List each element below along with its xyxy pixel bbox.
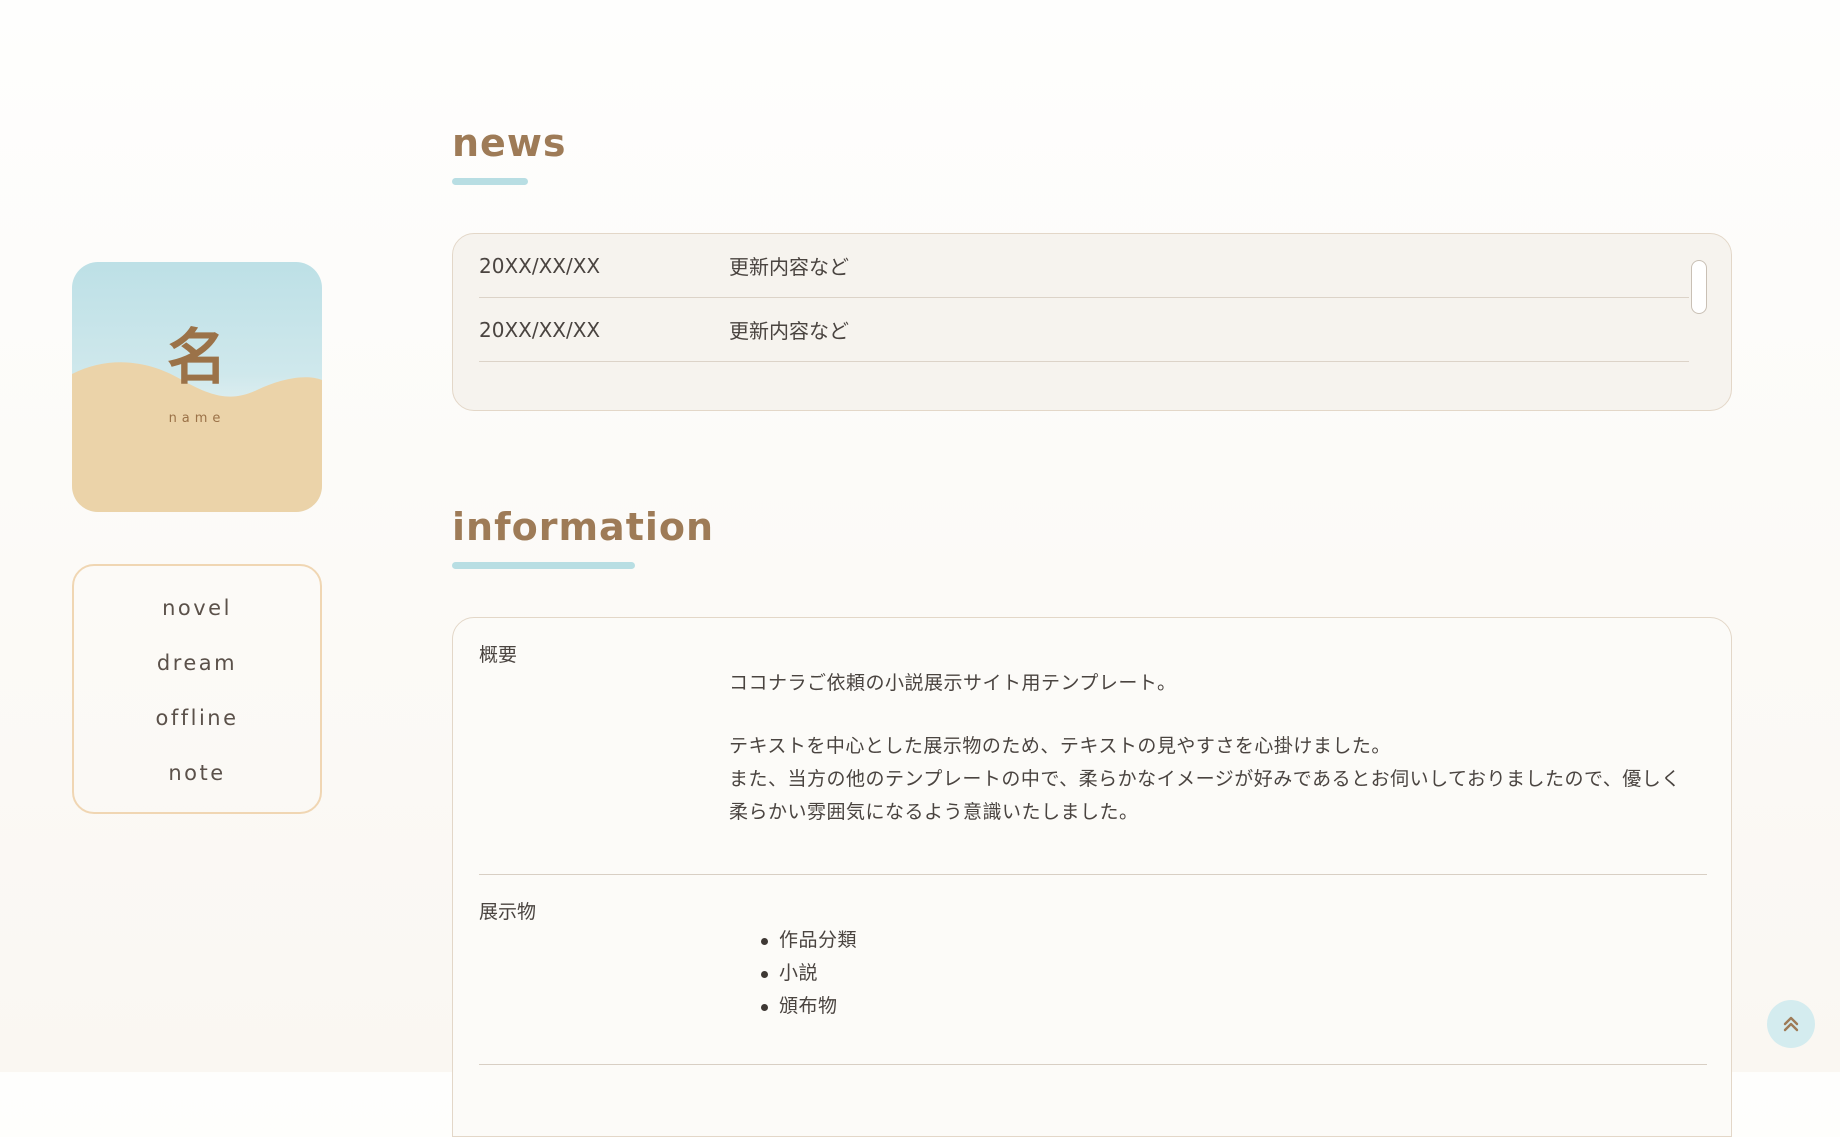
overview-line: 柔らかい雰囲気になるよう意識いたしました。 bbox=[729, 801, 1139, 823]
double-chevron-up-icon bbox=[1783, 1016, 1799, 1032]
main-nav: novel dream offline note bbox=[72, 564, 322, 814]
info-row-exhibits: 展示物 作品分類 小説 頒布物 bbox=[479, 875, 1707, 1065]
news-text: 更新内容など bbox=[729, 319, 849, 343]
logo-character: 名 bbox=[167, 323, 227, 393]
information-title-underline bbox=[452, 562, 635, 569]
info-label: 概要 bbox=[479, 644, 518, 666]
scroll-top-button[interactable] bbox=[1767, 1000, 1815, 1048]
info-label: 展示物 bbox=[479, 901, 537, 923]
information-title: information bbox=[452, 505, 715, 549]
nav-item-note[interactable]: note bbox=[74, 753, 320, 808]
list-item: 小説 bbox=[761, 957, 1707, 990]
news-heading: news bbox=[452, 124, 567, 185]
logo-subtitle: name bbox=[168, 411, 226, 426]
news-scrollbar[interactable] bbox=[1691, 260, 1707, 314]
nav-item-dream[interactable]: dream bbox=[74, 643, 320, 698]
paragraph-spacer bbox=[729, 700, 1707, 730]
info-body: 作品分類 小説 頒布物 bbox=[729, 924, 1707, 1023]
overview-line: また、当方の他のテンプレートの中で、柔らかなイメージが好みであるとお伺いしており… bbox=[729, 768, 1681, 790]
site-logo[interactable]: 名 name bbox=[72, 262, 322, 512]
news-item: 20XX/XX/XX 更新内容など bbox=[479, 298, 1689, 362]
info-row-overview: 概要 ココナラご依頼の小説展示サイト用テンプレート。 テキストを中心とした展示物… bbox=[479, 618, 1707, 875]
news-date: 20XX/XX/XX bbox=[479, 253, 601, 278]
news-item: 20XX/XX/XX 更新内容など bbox=[479, 234, 1689, 298]
information-heading: information bbox=[452, 508, 714, 569]
news-list[interactable]: 20XX/XX/XX 更新内容など 20XX/XX/XX 更新内容など bbox=[452, 233, 1732, 411]
exhibit-list: 作品分類 小説 頒布物 bbox=[729, 924, 1707, 1023]
overview-line: ココナラご依頼の小説展示サイト用テンプレート。 bbox=[729, 672, 1177, 694]
overview-line: テキストを中心とした展示物のため、テキストの見やすさを心掛けました。 bbox=[729, 735, 1391, 757]
list-item: 作品分類 bbox=[761, 924, 1707, 957]
news-text: 更新内容など bbox=[729, 255, 849, 279]
list-item: 頒布物 bbox=[761, 990, 1707, 1023]
information-panel: 概要 ココナラご依頼の小説展示サイト用テンプレート。 テキストを中心とした展示物… bbox=[452, 617, 1732, 1137]
news-title-underline bbox=[452, 178, 528, 185]
news-date: 20XX/XX/XX bbox=[479, 317, 601, 342]
sidebar: 名 name novel dream offline note bbox=[72, 262, 322, 814]
news-title: news bbox=[452, 121, 567, 165]
info-body: ココナラご依頼の小説展示サイト用テンプレート。 テキストを中心とした展示物のため… bbox=[729, 667, 1707, 829]
nav-item-novel[interactable]: novel bbox=[74, 588, 320, 643]
nav-item-offline[interactable]: offline bbox=[74, 698, 320, 753]
